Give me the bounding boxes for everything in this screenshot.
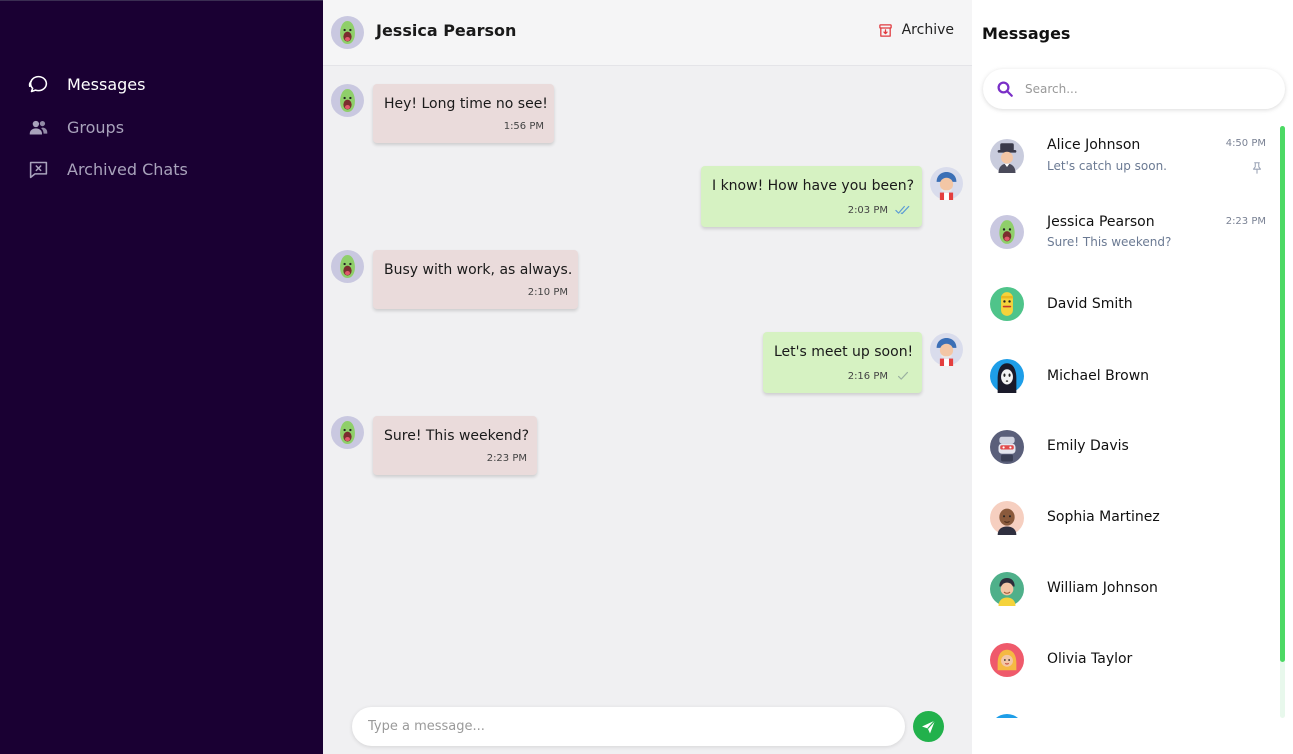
- send-button[interactable]: [913, 711, 944, 742]
- contact-list-scrollbar[interactable]: [1280, 126, 1285, 662]
- search-box[interactable]: [983, 69, 1285, 109]
- avatar: [990, 359, 1024, 393]
- check-icon: [897, 371, 909, 380]
- contact-item-william-johnson[interactable]: William Johnson: [972, 554, 1277, 624]
- avatar: [990, 287, 1024, 321]
- archived-chat-icon: [29, 161, 48, 179]
- contact-name: Sophia Martinez: [1047, 509, 1160, 525]
- message-bubble-incoming: Hey! Long time no see! 1:56 PM: [373, 84, 554, 143]
- avatar: [990, 430, 1024, 464]
- message-bubble-outgoing: I know! How have you been? 2:03 PM: [701, 166, 922, 227]
- avatar: [331, 416, 364, 449]
- message-bubble-incoming: Sure! This weekend? 2:23 PM: [373, 416, 537, 475]
- nav-item-messages[interactable]: Messages: [28, 74, 145, 95]
- avatar: [930, 167, 963, 200]
- contact-name: Michael Brown: [1047, 368, 1150, 384]
- message-text: Sure! This weekend?: [384, 428, 530, 444]
- chat-bubble-icon: [28, 75, 48, 93]
- nav-item-groups[interactable]: Groups: [28, 117, 124, 138]
- contact-item-partial[interactable]: [972, 696, 1277, 718]
- nav-item-label: Groups: [67, 118, 125, 137]
- search-input[interactable]: [1025, 79, 1265, 99]
- avatar: [996, 714, 1018, 718]
- chat-panel: Jessica Pearson Archive Hey! Long time n…: [323, 0, 972, 754]
- nav-item-label: Archived Chats: [67, 160, 188, 179]
- sidebar-nav: Messages Groups Archived Chats: [0, 0, 323, 754]
- nav-item-label: Messages: [67, 75, 146, 94]
- contact-item-olivia-taylor[interactable]: Olivia Taylor: [972, 625, 1277, 695]
- contact-item-alice-johnson[interactable]: Alice Johnson Let's catch up soon. 4:50 …: [972, 120, 1277, 190]
- contact-name: Olivia Taylor: [1047, 651, 1133, 667]
- contact-item-emily-davis[interactable]: Emily Davis: [972, 412, 1277, 482]
- avatar[interactable]: [331, 16, 364, 49]
- message-bubble-outgoing: Let's meet up soon! 2:16 PM: [763, 332, 922, 393]
- contact-item-david-smith[interactable]: David Smith: [972, 270, 1277, 340]
- archive-label: Archive: [901, 22, 954, 38]
- avatar: [990, 215, 1024, 249]
- message-time: 2:03 PM: [847, 205, 888, 216]
- archive-icon: [878, 23, 892, 37]
- nav-item-archived-chats[interactable]: Archived Chats: [28, 159, 188, 180]
- conversation-list-panel: Messages Alice Johnson Let's catch up so…: [972, 0, 1293, 754]
- chat-contact-name: Jessica Pearson: [376, 21, 517, 40]
- send-icon: [922, 720, 936, 734]
- message-time: 2:10 PM: [527, 287, 568, 298]
- avatar: [930, 333, 963, 366]
- contact-item-michael-brown[interactable]: Michael Brown: [972, 341, 1277, 411]
- contact-time: 4:50 PM: [1225, 138, 1266, 149]
- contact-item-jessica-pearson[interactable]: Jessica Pearson Sure! This weekend? 2:23…: [972, 197, 1277, 267]
- search-icon: [997, 81, 1013, 97]
- message-text: I know! How have you been?: [712, 178, 915, 194]
- avatar: [990, 139, 1024, 173]
- contact-preview: Sure! This weekend?: [1047, 235, 1172, 249]
- contact-item-sophia-martinez[interactable]: Sophia Martinez: [972, 483, 1277, 553]
- double-check-icon: [895, 205, 910, 215]
- contact-list[interactable]: Alice Johnson Let's catch up soon. 4:50 …: [972, 120, 1293, 718]
- contact-name: David Smith: [1047, 296, 1133, 312]
- message-time: 2:16 PM: [847, 371, 888, 382]
- message-text: Hey! Long time no see!: [384, 96, 548, 112]
- contact-preview: Let's catch up soon.: [1047, 159, 1167, 173]
- archive-button[interactable]: Archive: [878, 22, 954, 38]
- avatar: [990, 572, 1024, 606]
- message-bubble-incoming: Busy with work, as always. 2:10 PM: [373, 250, 578, 309]
- chat-header: Jessica Pearson Archive: [323, 0, 972, 66]
- message-text: Busy with work, as always.: [384, 262, 573, 278]
- contact-time: 2:23 PM: [1225, 216, 1266, 227]
- avatar: [331, 250, 364, 283]
- message-time: 1:56 PM: [503, 121, 544, 132]
- contact-name: Emily Davis: [1047, 438, 1129, 454]
- pin-icon[interactable]: [1250, 161, 1264, 175]
- contact-name: Jessica Pearson: [1047, 214, 1155, 230]
- users-icon: [29, 120, 48, 135]
- avatar: [990, 501, 1024, 535]
- message-time: 2:23 PM: [486, 453, 527, 464]
- message-text: Let's meet up soon!: [774, 344, 914, 360]
- panel-title: Messages: [982, 24, 1071, 43]
- contact-name: Alice Johnson: [1047, 137, 1141, 153]
- contact-name: William Johnson: [1047, 580, 1158, 596]
- message-input[interactable]: [352, 707, 905, 746]
- avatar: [990, 643, 1024, 677]
- avatar: [331, 84, 364, 117]
